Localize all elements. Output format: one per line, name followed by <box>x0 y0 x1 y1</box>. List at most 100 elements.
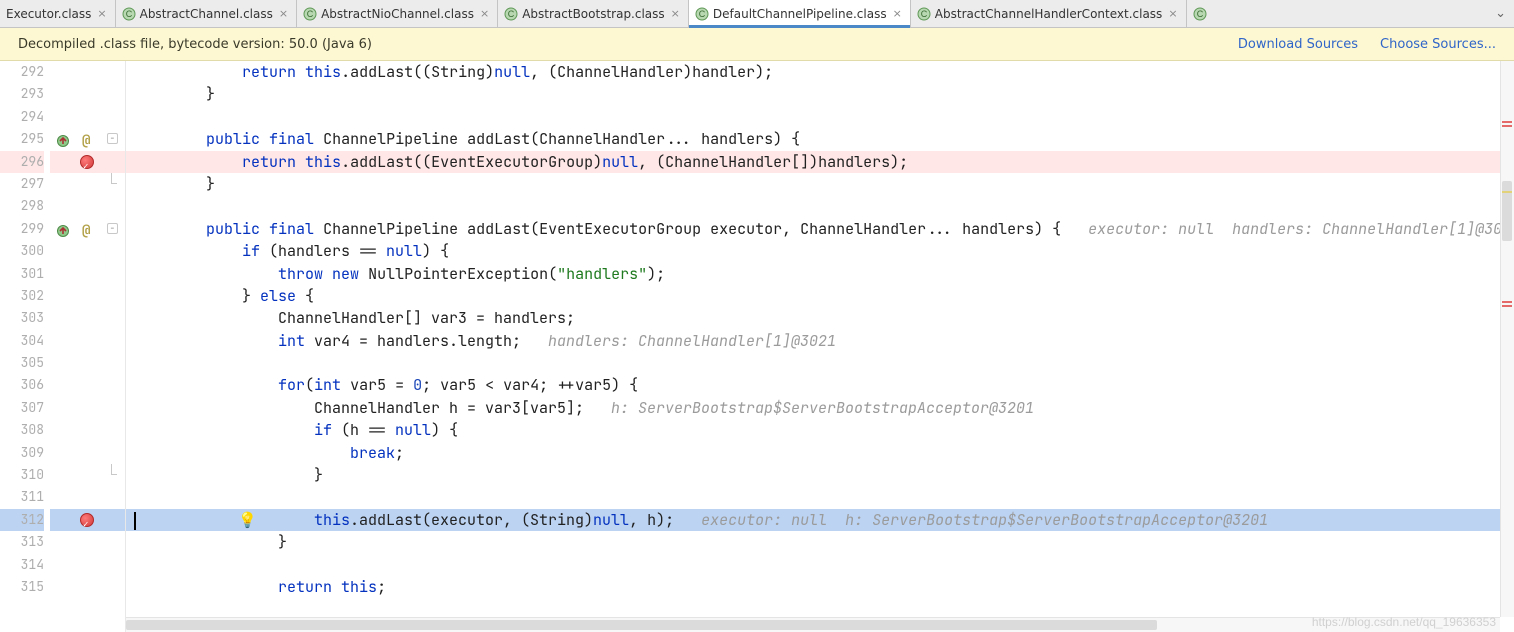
tab-abstractchannelhandlercontext[interactable]: C AbstractChannelHandlerContext.class × <box>911 0 1187 27</box>
line-number[interactable]: 294 <box>0 106 44 128</box>
code-line[interactable] <box>126 195 1514 217</box>
scrollbar-thumb[interactable] <box>126 620 1157 630</box>
scroll-marker-strip[interactable] <box>1500 61 1514 617</box>
svg-text:C: C <box>508 9 515 19</box>
class-file-icon: C <box>303 7 317 21</box>
code-editor[interactable]: 2922932942952962972982993003013023033043… <box>0 61 1514 632</box>
tab-abstractchannel[interactable]: C AbstractChannel.class × <box>116 0 297 27</box>
code-line[interactable] <box>126 486 1514 508</box>
code-line[interactable] <box>126 554 1514 576</box>
fold-toggle[interactable]: − <box>107 223 118 234</box>
code-line[interactable]: } <box>126 83 1514 105</box>
code-line[interactable]: for(int var5 = 0; var5 < var4; ++var5) { <box>126 374 1514 396</box>
code-line[interactable]: if (handlers == null) { <box>126 240 1514 262</box>
choose-sources-link[interactable]: Choose Sources... <box>1380 37 1496 52</box>
line-number[interactable]: 314 <box>0 554 44 576</box>
tabs-overflow-icon[interactable]: ⌄ <box>1487 6 1514 21</box>
svg-text:C: C <box>125 9 132 19</box>
line-number[interactable]: 310 <box>0 464 44 486</box>
close-icon[interactable]: × <box>95 7 108 20</box>
error-marker[interactable] <box>1502 125 1512 127</box>
svg-text:C: C <box>307 9 314 19</box>
line-number[interactable]: 304 <box>0 330 44 352</box>
code-line[interactable]: } <box>126 531 1514 553</box>
tab-defaultchannelpipeline[interactable]: C DefaultChannelPipeline.class × <box>689 0 911 27</box>
warning-marker[interactable] <box>1502 191 1512 193</box>
override-icon[interactable] <box>56 222 70 236</box>
decompiled-banner: Decompiled .class file, bytecode version… <box>0 28 1514 61</box>
line-number[interactable]: 299 <box>0 218 44 240</box>
line-number[interactable]: 301 <box>0 263 44 285</box>
gutter[interactable]: 2922932942952962972982993003013023033043… <box>0 61 126 632</box>
line-number[interactable]: 302 <box>0 285 44 307</box>
tab-label: DefaultChannelPipeline.class <box>713 7 887 21</box>
line-number[interactable]: 312 <box>0 509 44 531</box>
class-file-icon: C <box>504 7 518 21</box>
intention-bulb-icon[interactable]: 💡 <box>238 509 257 531</box>
line-number[interactable]: 307 <box>0 397 44 419</box>
code-line[interactable]: } <box>126 464 1514 486</box>
banner-message: Decompiled .class file, bytecode version… <box>18 37 372 52</box>
line-number[interactable]: 293 <box>0 83 44 105</box>
tab-label: AbstractChannel.class <box>140 7 273 21</box>
download-sources-link[interactable]: Download Sources <box>1238 37 1358 52</box>
line-number[interactable]: 296 <box>0 151 44 173</box>
code-line[interactable]: ChannelHandler h = var3[var5]; h: Server… <box>126 397 1514 419</box>
code-line[interactable]: return this.addLast((String)null, (Chann… <box>126 61 1514 83</box>
line-number[interactable]: 305 <box>0 352 44 374</box>
fold-end-icon <box>111 464 117 475</box>
error-marker[interactable] <box>1502 121 1512 123</box>
tab-abstractniochannel[interactable]: C AbstractNioChannel.class × <box>297 0 498 27</box>
code-line[interactable]: this.addLast(executor, (String)null, h);… <box>126 509 1514 531</box>
line-number[interactable]: 311 <box>0 486 44 508</box>
code-line[interactable]: break; <box>126 442 1514 464</box>
vertical-scrollbar-thumb[interactable] <box>1502 181 1512 241</box>
close-icon[interactable]: × <box>1166 7 1179 20</box>
fold-toggle[interactable]: − <box>107 133 118 144</box>
tab-abstractbootstrap[interactable]: C AbstractBootstrap.class × <box>498 0 689 27</box>
line-number[interactable]: 303 <box>0 307 44 329</box>
code-line[interactable]: } <box>126 173 1514 195</box>
code-line[interactable]: return this.addLast((EventExecutorGroup)… <box>126 151 1514 173</box>
code-line[interactable] <box>126 352 1514 374</box>
annotation-icon: @ <box>82 130 90 152</box>
class-file-icon: C <box>695 7 709 21</box>
code-line[interactable]: } else { <box>126 285 1514 307</box>
error-marker[interactable] <box>1502 305 1512 307</box>
tab-label: AbstractNioChannel.class <box>321 7 474 21</box>
tab-label: Executor.class <box>6 7 91 21</box>
line-number[interactable]: 298 <box>0 195 44 217</box>
close-icon[interactable]: × <box>478 7 491 20</box>
close-icon[interactable]: × <box>669 7 682 20</box>
code-line[interactable]: ChannelHandler[] var3 = handlers; <box>126 307 1514 329</box>
code-line[interactable]: if (h == null) { <box>126 419 1514 441</box>
line-number[interactable]: 297 <box>0 173 44 195</box>
code-line[interactable]: public final ChannelPipeline addLast(Eve… <box>126 218 1514 240</box>
line-number[interactable]: 315 <box>0 576 44 598</box>
editor-tabs: Executor.class × C AbstractChannel.class… <box>0 0 1514 28</box>
svg-text:C: C <box>699 9 706 19</box>
tab-label: AbstractBootstrap.class <box>522 7 664 21</box>
code-line[interactable] <box>126 106 1514 128</box>
annotation-icon: @ <box>82 220 90 242</box>
line-number[interactable]: 292 <box>0 61 44 83</box>
line-number[interactable]: 313 <box>0 531 44 553</box>
code-line[interactable]: throw new NullPointerException("handlers… <box>126 263 1514 285</box>
close-icon[interactable]: × <box>277 7 290 20</box>
class-file-icon: C <box>1193 7 1207 21</box>
code-line[interactable]: return this; <box>126 576 1514 598</box>
override-icon[interactable] <box>56 132 70 146</box>
line-number[interactable]: 295 <box>0 128 44 150</box>
tab-more[interactable]: C <box>1187 0 1213 27</box>
error-marker[interactable] <box>1502 301 1512 303</box>
code-line[interactable]: int var4 = handlers.length; handlers: Ch… <box>126 330 1514 352</box>
tab-executor[interactable]: Executor.class × <box>0 0 116 27</box>
line-number[interactable]: 306 <box>0 374 44 396</box>
line-number[interactable]: 308 <box>0 419 44 441</box>
line-number[interactable]: 309 <box>0 442 44 464</box>
code-line[interactable]: public final ChannelPipeline addLast(Cha… <box>126 128 1514 150</box>
close-icon[interactable]: × <box>891 7 904 20</box>
horizontal-scrollbar[interactable] <box>126 617 1500 632</box>
line-number[interactable]: 300 <box>0 240 44 262</box>
fold-end-icon <box>111 173 117 184</box>
